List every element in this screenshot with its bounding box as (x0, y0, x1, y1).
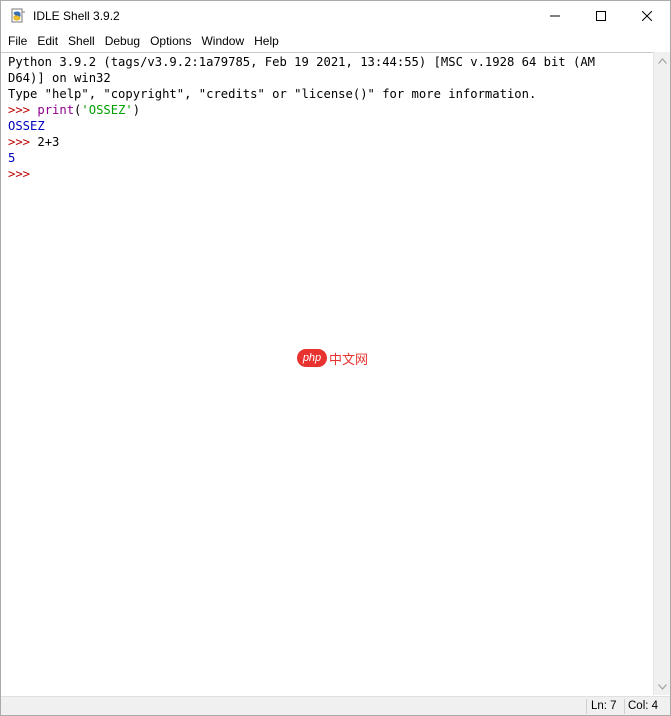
minimize-button[interactable] (532, 1, 578, 31)
watermark-badge: php (297, 349, 327, 367)
banner-line: Type "help", "copyright", "credits" or "… (8, 87, 537, 101)
expression-token: 2+3 (37, 135, 60, 149)
banner-line: D64)] on win32 (8, 71, 111, 85)
shell-prompt: >>> (8, 135, 38, 149)
input-line: >>> print('OSSEZ') (8, 102, 140, 118)
shell-text-area[interactable]: Python 3.9.2 (tags/v3.9.2:1a79785, Feb 1… (1, 52, 653, 696)
shell-prompt: >>> (8, 167, 31, 181)
menu-debug[interactable]: Debug (100, 31, 145, 51)
input-line: >>> 2+3 (8, 134, 59, 150)
column-number-status: Col: 4 (628, 700, 659, 712)
input-line: >>> (8, 166, 30, 182)
menu-edit[interactable]: Edit (32, 31, 63, 51)
scroll-down-button[interactable] (654, 678, 670, 695)
shell-prompt: >>> (8, 103, 38, 117)
status-divider (624, 699, 625, 714)
minimize-icon (550, 15, 560, 17)
output-line: 5 (8, 151, 16, 165)
php-cn-watermark-logo: php 中文网 (297, 349, 368, 367)
menu-window[interactable]: Window (196, 31, 249, 51)
menu-file[interactable]: File (1, 31, 32, 51)
menu-shell[interactable]: Shell (63, 31, 100, 51)
scroll-up-button[interactable] (654, 52, 670, 69)
line-number-status: Ln: 7 (591, 700, 617, 712)
chevron-down-icon (658, 683, 667, 690)
vertical-scrollbar[interactable] (653, 52, 670, 695)
title-bar[interactable]: IDLE Shell 3.9.2 (1, 1, 670, 31)
output-line: OSSEZ (8, 119, 45, 133)
chevron-up-icon (658, 57, 667, 64)
python-idle-icon (10, 8, 26, 24)
status-bar: Ln: 7 Col: 4 (1, 696, 670, 715)
banner-line: Python 3.9.2 (tags/v3.9.2:1a79785, Feb 1… (8, 55, 595, 69)
close-button[interactable] (624, 1, 670, 31)
close-icon (642, 11, 652, 21)
window-title: IDLE Shell 3.9.2 (33, 9, 120, 23)
menu-help[interactable]: Help (249, 31, 284, 51)
idle-shell-window: IDLE Shell 3.9.2 File Edit Shell Debug O… (0, 0, 671, 716)
menu-bar: File Edit Shell Debug Options Window Hel… (1, 31, 670, 51)
menu-options[interactable]: Options (145, 31, 196, 51)
paren-token: ) (132, 103, 141, 117)
string-token: 'OSSEZ' (81, 103, 133, 117)
maximize-icon (596, 11, 606, 21)
maximize-button[interactable] (578, 1, 624, 31)
watermark-text: 中文网 (329, 351, 369, 367)
builtin-token: print (37, 103, 75, 117)
status-divider (586, 699, 587, 714)
